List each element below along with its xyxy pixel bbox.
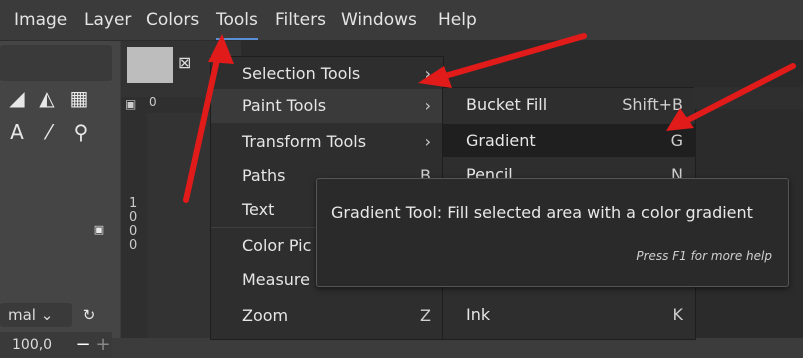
zoom-icon[interactable]: ⚲ (70, 121, 92, 143)
vruler-label: 0 (129, 238, 138, 253)
menu-item-shortcut: Shift+B (622, 95, 683, 114)
toolbox: ◢ ◭ ▦ A ⁄ ⚲ ▣ mal ⌄ ↻ 100,0 − + (0, 41, 120, 358)
vruler-label: 1 (129, 196, 138, 211)
image-thumbnail[interactable] (127, 47, 173, 83)
tooltip-help: Press F1 for more help (636, 249, 772, 263)
close-image-icon[interactable]: ⊠ (178, 53, 191, 72)
tooltip: Gradient Tool: Fill selected area with a… (316, 178, 789, 287)
menu-tools[interactable]: Tools (216, 0, 258, 40)
vruler-label: 0 (129, 224, 138, 239)
mode-select[interactable]: mal ⌄ (0, 303, 72, 327)
menu-item-label: Bucket Fill (466, 95, 548, 114)
menu-layer[interactable]: Layer (84, 0, 131, 40)
submenu-arrow-icon: › (424, 64, 431, 83)
opacity-value: 100,0 (12, 337, 53, 353)
menu-help[interactable]: Help (438, 0, 477, 40)
ruler-corner-icon[interactable]: ▣ (125, 97, 136, 111)
warp-tool-icon[interactable]: ◢ (6, 87, 28, 109)
horizontal-ruler-extension (694, 87, 803, 109)
toolbox-header (0, 45, 112, 81)
menu-filters[interactable]: Filters (275, 0, 326, 40)
mode-value: mal (8, 306, 36, 324)
menu-item-ink[interactable]: Ink K (443, 298, 695, 331)
menu-item-label: Paint Tools (242, 96, 327, 115)
submenu-arrow-icon: › (424, 132, 431, 151)
configure-icon[interactable]: ▣ (88, 219, 110, 241)
pattern-icon[interactable]: ▦ (68, 87, 90, 109)
menu-windows[interactable]: Windows (341, 0, 417, 40)
ruler-top-label: 0 (149, 95, 157, 109)
menu-item-shortcut: K (672, 305, 684, 324)
menu-image[interactable]: Image (14, 0, 67, 40)
menu-item-label: Zoom (242, 306, 289, 325)
menu-item-bucket-fill[interactable]: Bucket Fill Shift+B (443, 88, 695, 121)
menu-item-shortcut: G (670, 131, 683, 150)
text-tool-icon[interactable]: A (6, 121, 28, 143)
menu-item-label: Measure (242, 270, 310, 289)
menu-item-label: Paths (242, 166, 286, 185)
menu-item-zoom[interactable]: Zoom Z (211, 299, 443, 333)
reset-icon[interactable]: ↻ (78, 304, 100, 326)
plus-icon[interactable]: + (92, 334, 114, 356)
menu-item-gradient[interactable]: Gradient G (443, 124, 695, 157)
submenu-arrow-icon: › (424, 96, 431, 115)
menu-item-selection-tools[interactable]: Selection Tools › (211, 57, 443, 91)
menu-item-label: Color Pic (242, 236, 312, 255)
tooltip-text: Gradient Tool: Fill selected area with a… (331, 203, 753, 222)
menu-colors[interactable]: Colors (146, 0, 199, 40)
bucket-fill-icon[interactable]: ◭ (36, 87, 58, 109)
menu-item-label: Gradient (466, 131, 536, 150)
menu-item-label: Selection Tools (242, 64, 361, 83)
menu-item-paint-tools[interactable]: Paint Tools › (211, 89, 443, 123)
menu-item-transform-tools[interactable]: Transform Tools › (211, 125, 443, 159)
menu-item-label: Ink (466, 305, 491, 324)
menu-item-label: Transform Tools (242, 132, 367, 151)
vruler-label: 0 (129, 210, 138, 225)
color-picker-icon[interactable]: ⁄ (38, 121, 60, 143)
menu-item-label: Text (242, 200, 275, 219)
menubar: Image Layer Colors Tools Filters Windows… (0, 0, 803, 41)
minus-icon[interactable]: − (72, 334, 94, 356)
menu-item-shortcut: Z (420, 306, 431, 325)
